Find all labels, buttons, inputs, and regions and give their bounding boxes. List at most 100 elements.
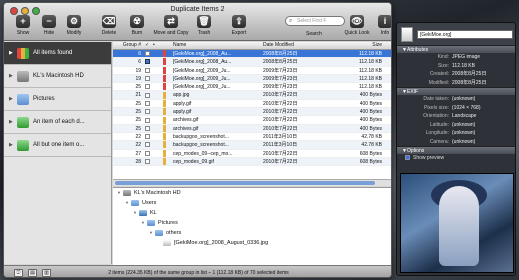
checkbox-icon[interactable]	[145, 117, 150, 123]
mark-checkbox[interactable]	[143, 133, 151, 140]
mark-checkbox[interactable]	[143, 125, 151, 132]
toolbar-button-delete[interactable]: ⌫ Delete	[94, 15, 124, 36]
toolbar-button-export[interactable]: ⇪ Export	[224, 15, 254, 36]
checkbox-icon[interactable]	[145, 134, 150, 140]
table-row[interactable]: 25 apply.gif 2010年7月22日 400 Bytes	[113, 108, 391, 117]
filename-field[interactable]: [GekiMoe.org]	[417, 29, 513, 39]
column-header[interactable]: Date Modified	[261, 42, 327, 49]
toolbar-button-quick-look[interactable]: 👁 Quick Look	[342, 15, 372, 36]
column-header[interactable]	[161, 42, 171, 49]
column-header[interactable]: Name	[171, 42, 261, 49]
hard-drive-icon	[17, 70, 29, 82]
search-input[interactable]: ⌕ Select First F	[285, 16, 345, 26]
mark-checkbox[interactable]	[143, 58, 151, 65]
checkbox-icon[interactable]	[145, 100, 150, 106]
table-row[interactable]: 28 cep_modes_09.gif 2010年7月22日 608 Bytes	[113, 157, 391, 167]
date-cell: 2009年7月23日	[263, 75, 298, 82]
mark-checkbox[interactable]	[143, 158, 151, 165]
table-row[interactable]: 19 [GekiMoe.org]_2009_Ju... 2009年7月23日 112.…	[113, 66, 391, 75]
mark-checkbox[interactable]	[143, 83, 151, 90]
table-row[interactable]: 27 cep_modes_09--cep_mo... 2010年7月22日 608 B…	[113, 149, 391, 158]
table-row[interactable]: 25 archives.gif 2010年7月22日 400 Bytes	[113, 116, 391, 125]
name-cell: app.jpg	[173, 92, 190, 99]
tree-item[interactable]: [GekiMoe.org]_2008_August_0336.jpg	[113, 238, 391, 248]
table-row[interactable]: 25 archives.gif 2010年7月22日 400 Bytes	[113, 124, 391, 133]
table-row[interactable]: 6 [GekiMoe.org]_2008_Au... 2008年8月25日 112.1…	[113, 50, 391, 59]
sidebar-toggle-button[interactable]: ▤	[28, 269, 37, 277]
tree-item[interactable]: ▼ Pictures	[113, 218, 391, 228]
checkbox-icon[interactable]	[145, 59, 150, 65]
results-table: Group # ✓ • Name Date Modified Size 6 [GekiMoe…	[113, 42, 391, 179]
table-row[interactable]: 25 [GekiMoe.org]_2009_Ju... 2009年7月23日 112.…	[113, 83, 391, 92]
disclosure-arrow-icon[interactable]: ▶	[9, 119, 16, 125]
table-row[interactable]: 6 [GekiMoe.org]_2008_Au... 2008年8月25日 112.1…	[113, 58, 391, 67]
toolbar-button-trash[interactable]: 🗑 Trash	[189, 15, 219, 36]
sidebar-item[interactable]: ▶ Pictures	[4, 88, 111, 111]
tree-item[interactable]: ▼ KL	[113, 208, 391, 218]
checkbox-icon[interactable]	[145, 109, 150, 115]
burn-icon: ☢	[130, 15, 144, 28]
view-button[interactable]: ▥	[42, 269, 51, 277]
tree-item[interactable]: ▼ others	[113, 228, 391, 238]
checkbox-icon[interactable]	[145, 76, 150, 82]
inspector-value: (unknown)	[452, 138, 476, 145]
column-header[interactable]: Size	[327, 42, 385, 49]
mark-checkbox[interactable]	[143, 75, 151, 82]
checkbox-icon[interactable]	[145, 84, 150, 90]
table-row[interactable]: 21 app.jpg 2010年7月22日 400 Bytes	[113, 91, 391, 100]
checkbox-icon[interactable]	[145, 67, 150, 73]
mark-checkbox[interactable]	[143, 141, 151, 148]
sidebar-item[interactable]: ▶ An item of each d...	[4, 111, 111, 134]
sidebar-item[interactable]: ▶ All but one item o...	[4, 134, 111, 157]
mark-checkbox[interactable]	[143, 150, 151, 157]
show-preview-option[interactable]: Show preview	[397, 154, 515, 163]
sidebar-item[interactable]: ▶ All items found	[4, 42, 111, 65]
scrollbar-thumb[interactable]	[115, 181, 375, 185]
name-cell: [GekiMoe.org]_2009_Ju...	[173, 75, 231, 82]
size-cell: 42.78 KB	[361, 133, 382, 140]
inspector-value: 2008年8月25日	[452, 71, 487, 77]
mark-checkbox[interactable]	[143, 50, 151, 57]
checkbox-icon[interactable]	[145, 51, 150, 57]
toolbar-button-burn[interactable]: ☢ Burn	[122, 15, 152, 36]
checkbox-icon[interactable]	[145, 125, 150, 131]
options-section-header[interactable]: ▼Options	[397, 146, 515, 154]
disclosure-arrow-icon[interactable]: ▶	[9, 142, 16, 148]
mark-checkbox[interactable]	[143, 91, 151, 98]
mark-checkbox[interactable]	[143, 67, 151, 74]
tree-item[interactable]: ▼ KL's Macintosh HD	[113, 188, 391, 198]
status-cell	[151, 108, 161, 115]
show-preview-checkbox[interactable]	[405, 155, 410, 161]
checkbox-icon[interactable]	[145, 150, 150, 156]
status-cell	[151, 116, 161, 123]
table-row[interactable]: 25 apply.gif 2010年7月22日 400 Bytes	[113, 99, 391, 109]
column-header[interactable]: •	[151, 42, 161, 49]
toolbar-button-modify[interactable]: ⚙ Modify	[59, 15, 89, 36]
attributes-section-header[interactable]: ▼Attributes	[397, 45, 515, 53]
checkbox-icon[interactable]	[145, 92, 150, 98]
disclosure-arrow-icon[interactable]: ▶	[9, 50, 16, 56]
table-row[interactable]: 19 [GekiMoe.org]_2009_Ju... 2009年7月23日 112.…	[113, 74, 391, 84]
disclosure-arrow-icon[interactable]: ▶	[9, 73, 16, 79]
exif-section-header[interactable]: ▼EXIF	[397, 87, 515, 95]
size-cell: 112.18 KB	[359, 67, 382, 74]
name-cell: backupgoo_screenshot...	[173, 142, 229, 149]
checkbox-icon[interactable]	[145, 142, 150, 148]
tree-item[interactable]: ▼ Users	[113, 198, 391, 208]
checkbox-icon[interactable]	[145, 159, 150, 165]
column-header[interactable]: ✓	[143, 42, 151, 49]
table-row[interactable]: 22 backupgoo_screenshot... 2011年3月10日 42.78…	[113, 141, 391, 150]
mark-checkbox[interactable]	[143, 116, 151, 123]
toolbar-button-info[interactable]: i Info	[370, 15, 391, 36]
folder-icon	[131, 200, 139, 206]
toolbar-button-move-and-copy[interactable]: ⇄ Move and Copy	[153, 15, 189, 36]
table-row[interactable]: 22 backupgoo_screenshot... 2011年3月10日 42.78…	[113, 133, 391, 142]
column-header[interactable]: Group #	[113, 42, 143, 49]
horizontal-scrollbar[interactable]	[113, 179, 391, 186]
mark-checkbox[interactable]	[143, 108, 151, 115]
action-button[interactable]: ⎋	[14, 269, 23, 277]
sidebar-item[interactable]: ▶ KL's Macintosh HD	[4, 65, 111, 88]
mark-checkbox[interactable]	[143, 100, 151, 107]
table-header: Group # ✓ • Name Date Modified Size	[113, 42, 391, 50]
disclosure-arrow-icon[interactable]: ▶	[9, 96, 16, 102]
